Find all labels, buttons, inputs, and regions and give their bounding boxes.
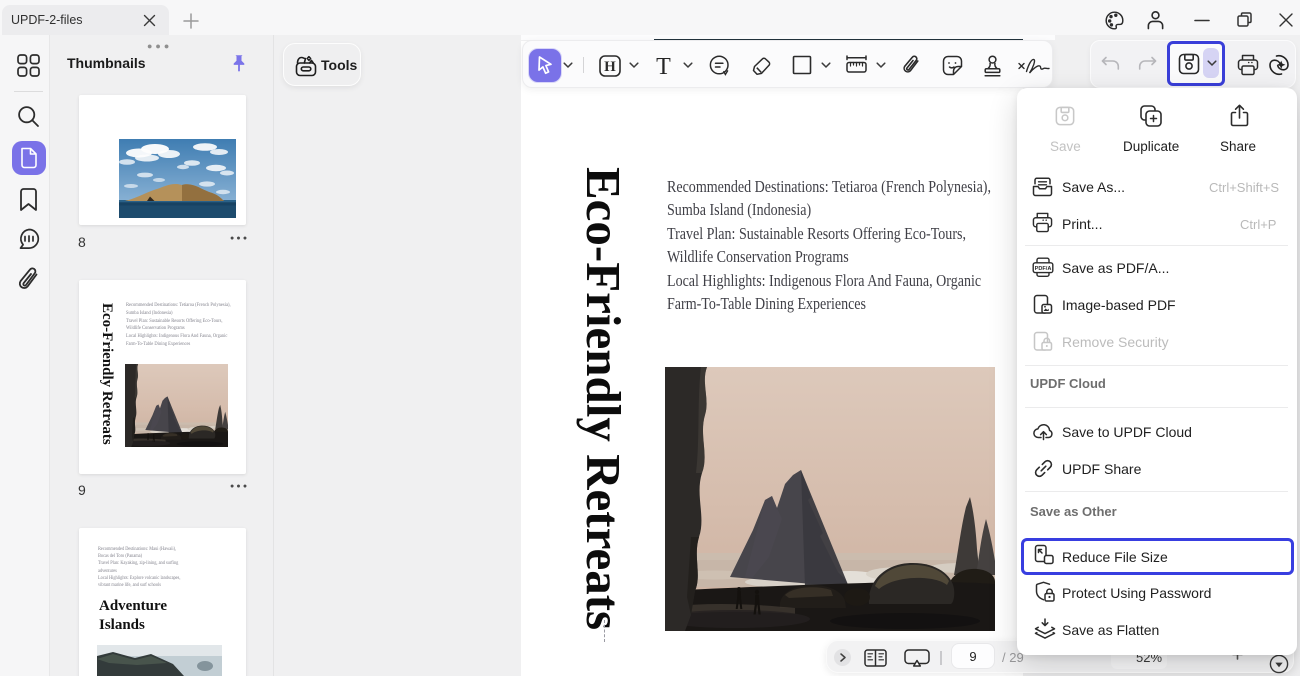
svg-text:PDF/A: PDF/A xyxy=(1035,266,1052,272)
svg-text:T: T xyxy=(656,55,671,78)
svg-text:H: H xyxy=(604,59,616,75)
